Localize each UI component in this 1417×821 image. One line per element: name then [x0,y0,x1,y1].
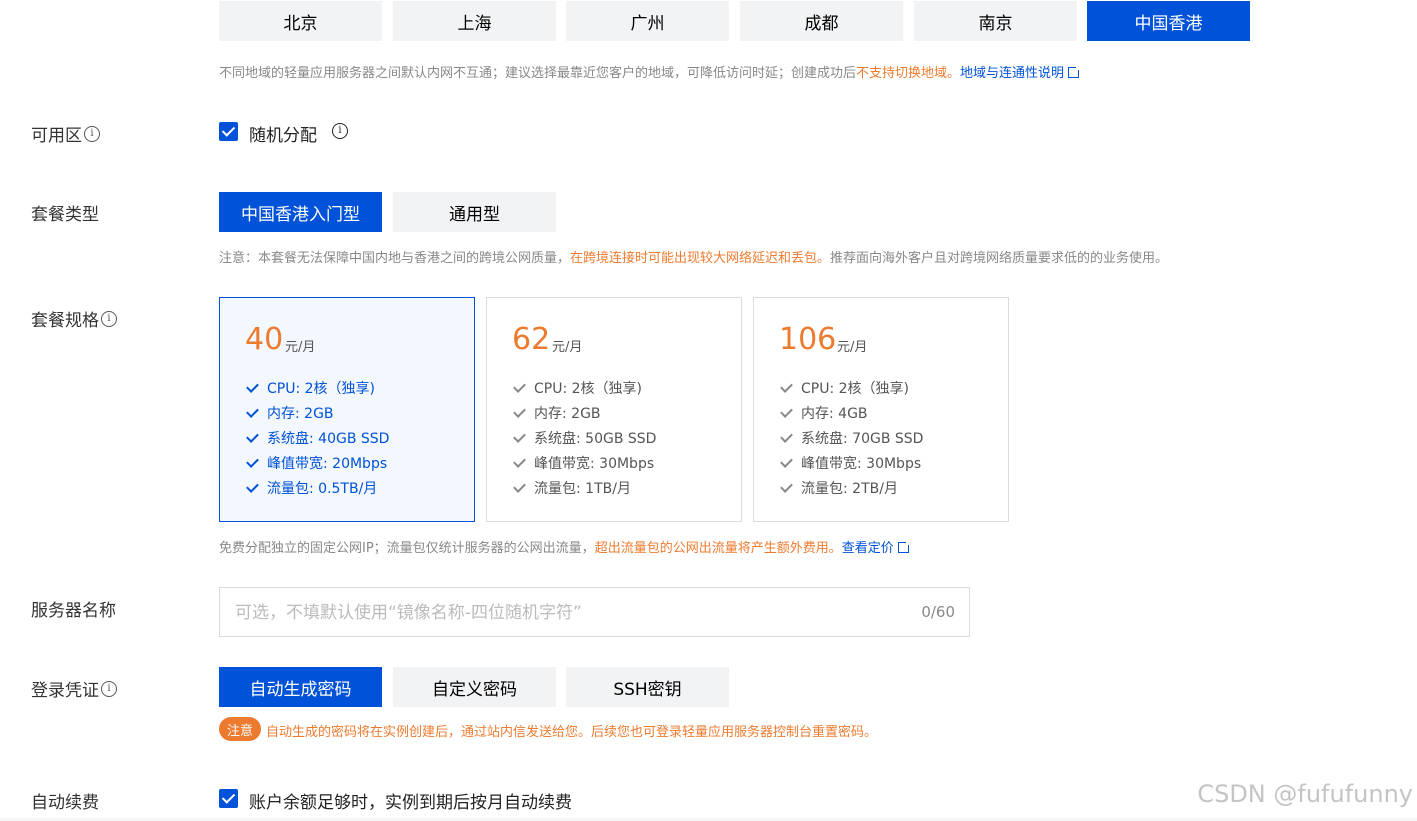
package-spec-label: 套餐规格 i [31,306,117,331]
package-price-unit: 元/月 [837,340,868,355]
region-note: 不同地域的轻量应用服务器之间默认内网不互通；建议选择最靠近您客户的地域，可降低访… [219,62,1082,81]
auto-renew-option-label: 账户余额足够时，实例到期后按月自动续费 [249,793,572,813]
check-icon [513,405,526,418]
check-icon [246,455,259,468]
server-name-label: 服务器名称 [31,601,116,621]
package-type-general-button[interactable]: 通用型 [393,192,556,232]
package-spec-note: 免费分配独立的固定公网IP；流量包仅统计服务器的公网出流量，超出流量包的公网出流… [219,537,911,556]
ssh-key-button[interactable]: SSH密钥 [566,667,729,707]
package-price: 106 [779,322,837,357]
check-icon [246,480,259,493]
package-spec-note-text: 免费分配独立的固定公网IP；流量包仅统计服务器的公网出流量， [219,541,595,556]
auto-renew-checkbox[interactable] [219,789,238,808]
package-card-106[interactable]: 106 元/月 CPU: 2核（独享) 内存: 4GB 系统盘: 70GB SS… [753,297,1009,522]
check-icon [513,430,526,443]
package-type-note-warning: 在跨境连接时可能出现较大网络延迟和丢包。 [570,251,831,266]
package-type-note: 注意：本套餐无法保障中国内地与香港之间的跨境公网质量，在跨境连接时可能出现较大网… [219,247,1168,266]
check-icon [780,380,793,393]
auto-generate-password-button[interactable]: 自动生成密码 [219,667,382,707]
spec-memory: 内存: 2GB [513,403,601,423]
package-card-40[interactable]: 40 元/月 CPU: 2核（独享) 内存: 2GB 系统盘: 40GB SSD… [219,297,475,522]
package-price-unit: 元/月 [285,340,316,355]
region-label: 成都 [804,13,839,34]
login-credential-note: 自动生成的密码将在实例创建后，通过站内信发送给您。后续您也可登录轻量应用服务器控… [266,725,878,740]
server-name-field[interactable]: 0/60 [219,587,970,637]
spec-disk: 系统盘: 40GB SSD [246,428,389,448]
package-price: 62 [512,322,551,357]
external-link-icon[interactable] [1068,65,1082,78]
region-button-chengdu[interactable]: 成都 [740,1,903,41]
custom-password-button[interactable]: 自定义密码 [393,667,556,707]
package-price: 40 [245,322,284,357]
server-name-input[interactable] [233,600,877,626]
info-icon[interactable]: i [101,680,117,697]
check-icon [513,480,526,493]
spec-memory: 内存: 2GB [246,403,334,423]
region-button-guangzhou[interactable]: 广州 [566,1,729,41]
login-credential-label: 登录凭证 i [31,676,117,701]
spec-cpu: CPU: 2核（独享) [780,378,909,398]
info-icon[interactable]: i [84,125,100,142]
region-note-text: 不同地域的轻量应用服务器之间默认内网不互通；建议选择最靠近您客户的地域，可降低访… [219,66,857,81]
region-button-beijing[interactable]: 北京 [219,1,382,41]
package-type-label: 套餐类型 [31,205,99,225]
check-icon [780,480,793,493]
region-label: 广州 [630,13,665,34]
info-icon[interactable]: i [101,310,117,327]
info-icon[interactable]: i [332,123,348,139]
spec-cpu: CPU: 2核（独享) [513,378,642,398]
spec-traffic: 流量包: 0.5TB/月 [246,478,377,498]
spec-traffic: 流量包: 1TB/月 [513,478,631,498]
package-type-label-text: 通用型 [449,204,500,225]
package-type-note-text: 注意：本套餐无法保障中国内地与香港之间的跨境公网质量， [219,251,571,266]
check-icon [513,455,526,468]
notice-tag: 注意 [219,717,261,741]
package-type-label-text: 中国香港入门型 [241,204,360,225]
package-card-62[interactable]: 62 元/月 CPU: 2核（独享) 内存: 2GB 系统盘: 50GB SSD… [486,297,742,522]
region-label: 中国香港 [1134,13,1203,34]
view-pricing-link[interactable]: 查看定价 [842,541,894,556]
check-icon [513,380,526,393]
credential-option-label: 自动生成密码 [249,679,352,700]
package-type-hk-entry-button[interactable]: 中国香港入门型 [219,192,382,232]
spec-cpu: CPU: 2核（独享) [246,378,375,398]
spec-bandwidth: 峰值带宽: 30Mbps [513,453,654,473]
check-icon [780,430,793,443]
region-note-warning: 不支持切换地域。 [856,66,961,81]
check-icon [246,405,259,418]
check-icon [246,430,259,443]
spec-bandwidth: 峰值带宽: 20Mbps [246,453,387,473]
random-allocation-checkbox[interactable] [219,122,238,141]
region-connectivity-link[interactable]: 地域与连通性说明 [960,66,1064,81]
server-name-char-counter: 0/60 [921,603,955,621]
spec-memory: 内存: 4GB [780,403,868,423]
spec-disk: 系统盘: 70GB SSD [780,428,923,448]
package-price-unit: 元/月 [552,340,583,355]
region-label: 上海 [457,13,492,34]
external-link-icon[interactable] [897,540,911,553]
package-spec-note-warning: 超出流量包的公网出流量将产生额外费用。 [594,541,842,556]
check-icon [246,380,259,393]
region-button-nanjing[interactable]: 南京 [914,1,1077,41]
region-label: 北京 [283,13,318,34]
credential-option-label: 自定义密码 [432,679,517,700]
auto-renew-label: 自动续费 [31,793,99,813]
check-icon [780,405,793,418]
region-button-shanghai[interactable]: 上海 [393,1,556,41]
spec-disk: 系统盘: 50GB SSD [513,428,656,448]
spec-bandwidth: 峰值带宽: 30Mbps [780,453,921,473]
availability-zone-label: 可用区 i [31,121,100,146]
check-icon [780,455,793,468]
package-type-note-suffix: 推荐面向海外客户且对跨境网络质量要求低的的业务使用。 [830,251,1169,266]
region-label: 南京 [978,13,1013,34]
random-allocation-label: 随机分配 [249,126,317,146]
spec-traffic: 流量包: 2TB/月 [780,478,898,498]
region-button-hongkong[interactable]: 中国香港 [1087,1,1250,41]
watermark: CSDN @fufufunny [1197,780,1413,808]
credential-option-label: SSH密钥 [613,679,682,700]
